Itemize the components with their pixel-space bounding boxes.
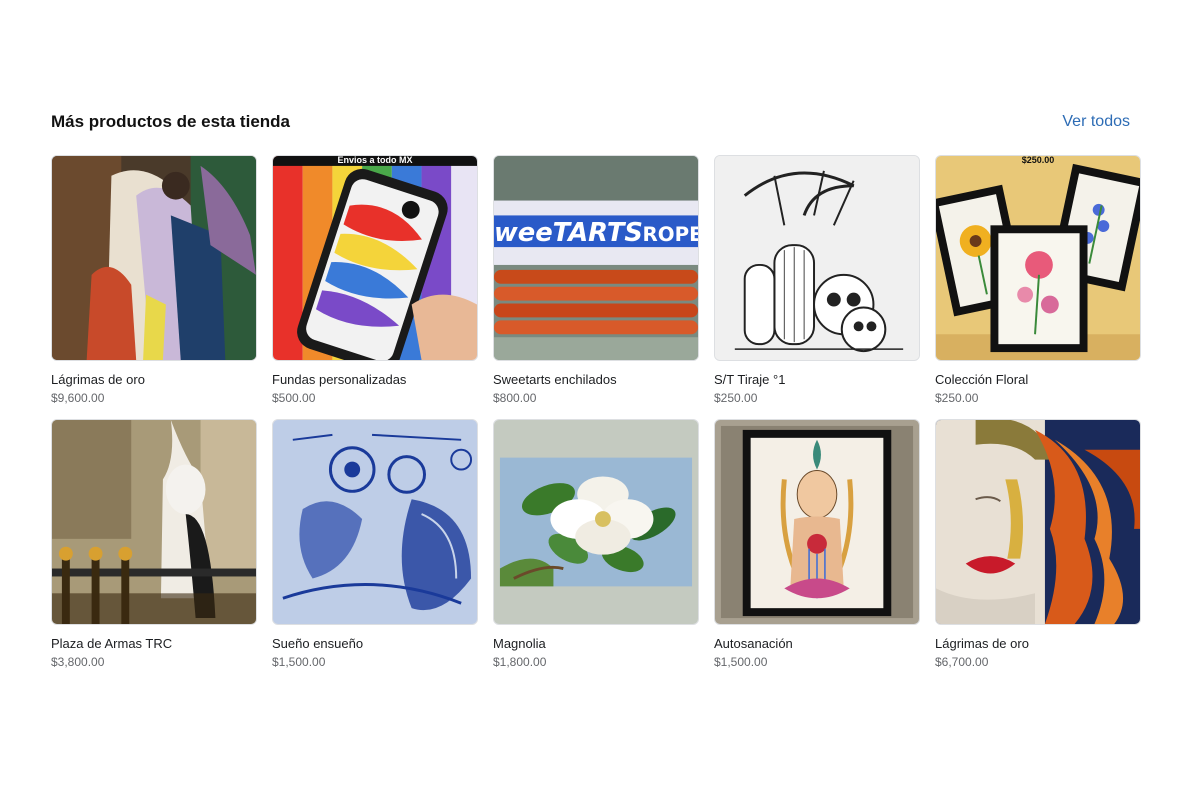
product-card[interactable]: Lágrimas de oro $6,700.00 xyxy=(935,419,1141,670)
product-image[interactable]: Envios a todo MX xyxy=(272,155,478,361)
see-all-link[interactable]: Ver todos xyxy=(1062,113,1130,131)
product-card[interactable]: Autosanación $1,500.00 xyxy=(714,419,920,670)
product-price: $1,800.00 xyxy=(493,655,547,669)
product-card[interactable]: weeTARTS ROPE Sweetarts enchilados $800.… xyxy=(493,155,699,406)
product-card[interactable]: Envios a todo MX Fundas personalizadas $… xyxy=(272,155,478,406)
product-card[interactable]: Magnolia $1,800.00 xyxy=(493,419,699,670)
overlay-label: $250.00 xyxy=(1021,155,1055,165)
product-card[interactable]: Plaza de Armas TRC $3,800.00 xyxy=(51,419,257,670)
product-price: $1,500.00 xyxy=(714,655,768,669)
product-image[interactable] xyxy=(935,419,1141,625)
product-title: Sueño ensueño xyxy=(272,636,364,651)
product-price: $3,800.00 xyxy=(51,655,105,669)
product-price: $500.00 xyxy=(272,391,316,405)
product-price: $6,700.00 xyxy=(935,655,989,669)
product-title: Autosanación xyxy=(714,636,793,651)
overlay-label: Envios a todo MX xyxy=(337,155,413,165)
product-title: Sweetarts enchilados xyxy=(493,372,617,387)
product-image[interactable] xyxy=(714,419,920,625)
product-card[interactable]: Lágrimas de oro $9,600.00 xyxy=(51,155,257,406)
product-price: $250.00 xyxy=(714,391,758,405)
product-price: $9,600.00 xyxy=(51,391,105,405)
product-title: Fundas personalizadas xyxy=(272,372,407,387)
product-title: Lágrimas de oro xyxy=(935,636,1029,651)
svg-text:weeTARTS: weeTARTS xyxy=(494,218,643,248)
product-title: Magnolia xyxy=(493,636,546,651)
svg-text:ROPE: ROPE xyxy=(643,223,698,246)
more-products-section: Más productos de esta tienda Ver todos L… xyxy=(51,108,1141,669)
product-image[interactable]: weeTARTS ROPE xyxy=(493,155,699,361)
product-price: $800.00 xyxy=(493,391,537,405)
product-card[interactable]: Sueño ensueño $1,500.00 xyxy=(272,419,478,670)
product-image[interactable] xyxy=(493,419,699,625)
product-title: Plaza de Armas TRC xyxy=(51,636,173,651)
product-title: Lágrimas de oro xyxy=(51,372,145,387)
section-title: Más productos de esta tienda xyxy=(51,112,290,131)
product-card[interactable]: S/T Tiraje °1 $250.00 xyxy=(714,155,920,406)
section-header: Más productos de esta tienda Ver todos xyxy=(51,108,1140,138)
product-image[interactable] xyxy=(272,419,478,625)
product-image[interactable] xyxy=(51,155,257,361)
product-image[interactable] xyxy=(51,419,257,625)
product-title: S/T Tiraje °1 xyxy=(714,372,786,387)
product-title: Colección Floral xyxy=(935,372,1029,387)
product-image[interactable]: $250.00 xyxy=(935,155,1141,361)
product-image[interactable] xyxy=(714,155,920,361)
product-price: $250.00 xyxy=(935,391,979,405)
product-price: $1,500.00 xyxy=(272,655,326,669)
product-grid: Lágrimas de oro $9,600.00 Envios a todo … xyxy=(51,155,1141,670)
product-card[interactable]: $250.00 Colección Floral $250.00 xyxy=(935,155,1141,406)
